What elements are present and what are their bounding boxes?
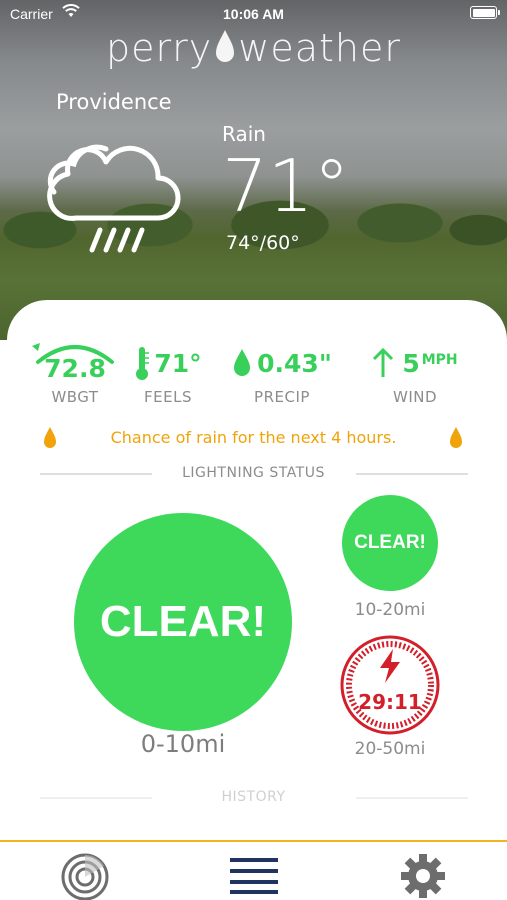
- zone1-range: 0-10mi: [140, 730, 226, 758]
- condition-text: Rain: [222, 122, 266, 146]
- raindrop-icon: [450, 427, 462, 448]
- current-temperature: 71°: [222, 144, 350, 228]
- metrics-row: 72.8 WBGT 71° FEELS 0.43" PRECIP 5 MPH W…: [0, 338, 507, 418]
- wind-label: WIND: [392, 388, 438, 406]
- logo-drop-icon: [214, 28, 236, 73]
- radar-icon: [61, 853, 109, 900]
- rain-notice-text: Chance of rain for the next 4 hours.: [110, 428, 397, 447]
- tab-menu[interactable]: [230, 856, 278, 898]
- wind-unit: MPH: [421, 352, 458, 368]
- tab-bar: [0, 840, 507, 900]
- zone3-countdown: 29:11: [358, 690, 422, 714]
- thermometer-icon: [136, 347, 150, 380]
- divider: [356, 473, 468, 475]
- cloud-rain-icon: [46, 134, 186, 263]
- location-name: Providence: [56, 90, 172, 114]
- battery-icon: [470, 6, 500, 19]
- feels-value: 71°: [154, 348, 202, 378]
- wind-value: 5: [402, 348, 420, 378]
- wbgt-label: WBGT: [51, 388, 99, 406]
- metric-feels[interactable]: 71° FEELS: [128, 338, 208, 406]
- hi-lo-temperature: 74°/60°: [226, 232, 300, 254]
- app-logo: perry weather: [0, 26, 507, 73]
- gear-icon: [401, 854, 445, 898]
- raindrop-icon: [234, 349, 251, 376]
- arrow-up-icon: [373, 347, 394, 377]
- precip-value: 0.43": [257, 348, 332, 378]
- feels-label: FEELS: [144, 388, 192, 406]
- metric-wind[interactable]: 5 MPH WIND: [360, 338, 470, 406]
- tab-radar[interactable]: [60, 852, 110, 900]
- menu-icon: [230, 858, 278, 894]
- zone2-status: CLEAR!: [354, 532, 426, 553]
- status-clock: 10:06 AM: [223, 6, 284, 22]
- zone2-range: 10-20mi: [354, 600, 426, 620]
- divider: [356, 797, 468, 799]
- status-bar: Carrier 10:06 AM: [0, 0, 507, 28]
- logo-text-left: perry: [106, 26, 213, 70]
- precip-label: PRECIP: [254, 388, 310, 406]
- metric-wbgt[interactable]: 72.8 WBGT: [30, 338, 120, 406]
- lightning-bolt-icon: [380, 649, 400, 683]
- tab-settings[interactable]: [399, 852, 447, 900]
- logo-text-right: weather: [238, 26, 401, 70]
- wbgt-gauge-icon: [32, 343, 114, 364]
- rain-notice: Chance of rain for the next 4 hours.: [0, 422, 507, 452]
- lightning-zone-0-10[interactable]: CLEAR!: [74, 513, 292, 731]
- metric-precip[interactable]: 0.43" PRECIP: [222, 338, 342, 406]
- zone3-range: 20-50mi: [354, 739, 426, 759]
- lightning-zone-10-20[interactable]: CLEAR!: [342, 495, 438, 591]
- zone1-status: CLEAR!: [99, 597, 267, 646]
